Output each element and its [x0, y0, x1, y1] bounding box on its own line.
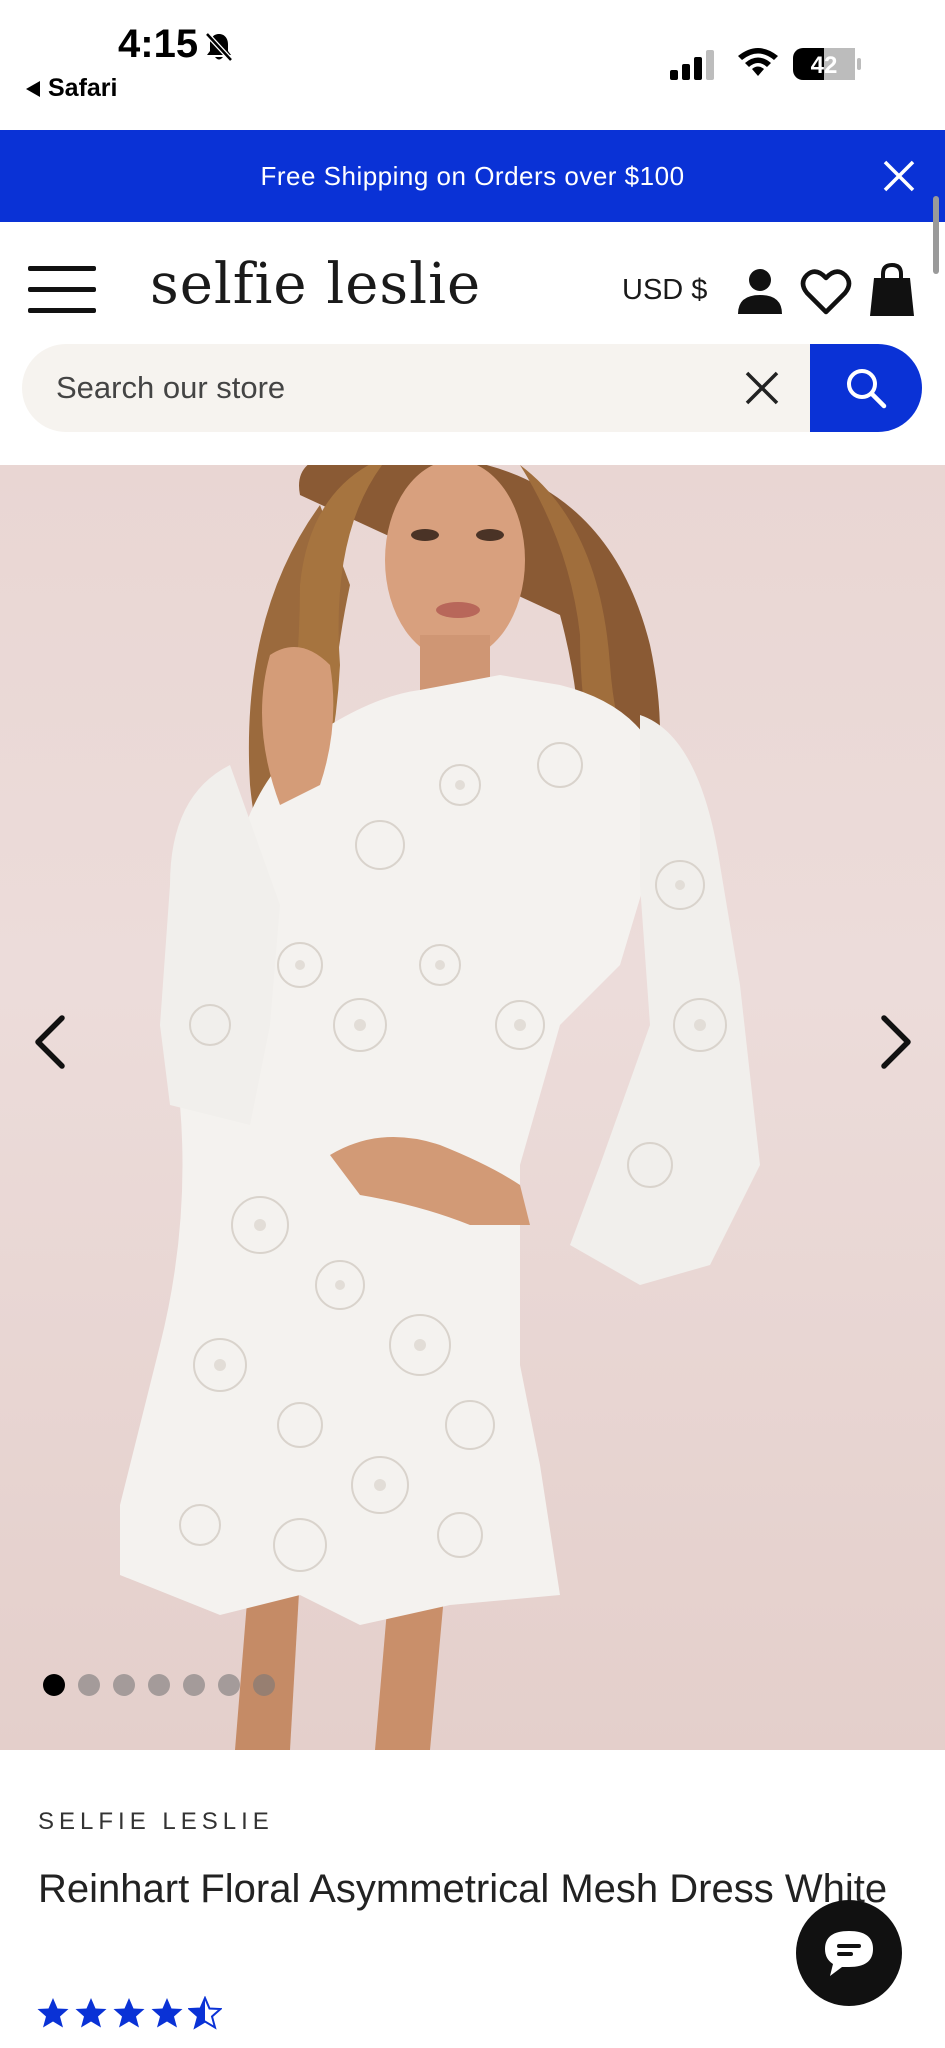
search-field — [22, 344, 822, 432]
chat-button[interactable] — [796, 1900, 902, 2006]
star-icon — [151, 1998, 183, 2028]
heart-icon[interactable] — [800, 266, 852, 316]
gallery-dot[interactable] — [183, 1674, 205, 1696]
battery-icon: 42 — [793, 48, 861, 80]
cellular-signal-icon — [670, 50, 714, 80]
site-header: selfie leslie USD $ — [0, 222, 945, 340]
search-button[interactable] — [810, 344, 922, 432]
chevron-right-icon[interactable] — [876, 1012, 916, 1072]
product-rating[interactable] — [36, 1996, 222, 2030]
promo-text: Free Shipping on Orders over $100 — [260, 160, 685, 191]
gallery-dot[interactable] — [78, 1674, 100, 1696]
back-app-label: Safari — [48, 74, 118, 102]
chevron-left-icon[interactable] — [30, 1012, 70, 1072]
chat-icon — [825, 1931, 873, 1976]
gallery-dot[interactable] — [43, 1674, 65, 1696]
wifi-icon — [738, 48, 778, 76]
site-logo[interactable]: selfie leslie — [150, 252, 481, 317]
half-star-icon — [188, 1996, 222, 2030]
search-bar — [22, 344, 922, 432]
close-icon[interactable] — [881, 158, 917, 194]
gallery-dots — [43, 1674, 275, 1696]
account-icon[interactable] — [735, 266, 785, 316]
back-to-app-link[interactable]: Safari — [26, 74, 117, 103]
search-icon — [847, 369, 887, 409]
search-input[interactable] — [56, 366, 696, 410]
star-icon — [113, 1998, 145, 2028]
product-gallery[interactable] — [0, 465, 945, 1750]
clear-search-icon[interactable] — [742, 368, 782, 408]
product-photo — [120, 465, 760, 1750]
gallery-dot[interactable] — [148, 1674, 170, 1696]
back-triangle-icon — [26, 80, 40, 97]
shopping-bag-icon[interactable] — [868, 262, 916, 318]
page-scrollbar[interactable] — [933, 196, 939, 274]
bell-slash-icon — [205, 32, 233, 62]
star-icon — [37, 1998, 69, 2028]
hamburger-menu-icon[interactable] — [28, 266, 96, 314]
currency-selector[interactable]: USD $ — [622, 274, 707, 307]
star-icon — [75, 1998, 107, 2028]
battery-level: 42 — [811, 52, 838, 79]
product-brand[interactable]: SELFIE LESLIE — [38, 1808, 274, 1836]
status-time: 4:15 — [118, 22, 199, 66]
gallery-dot[interactable] — [113, 1674, 135, 1696]
status-bar: 4:15 Safari 42 — [0, 0, 945, 130]
promo-banner: Free Shipping on Orders over $100 — [0, 130, 945, 222]
gallery-dot[interactable] — [253, 1674, 275, 1696]
product-title: Reinhart Floral Asymmetrical Mesh Dress … — [38, 1867, 888, 1911]
gallery-dot[interactable] — [218, 1674, 240, 1696]
